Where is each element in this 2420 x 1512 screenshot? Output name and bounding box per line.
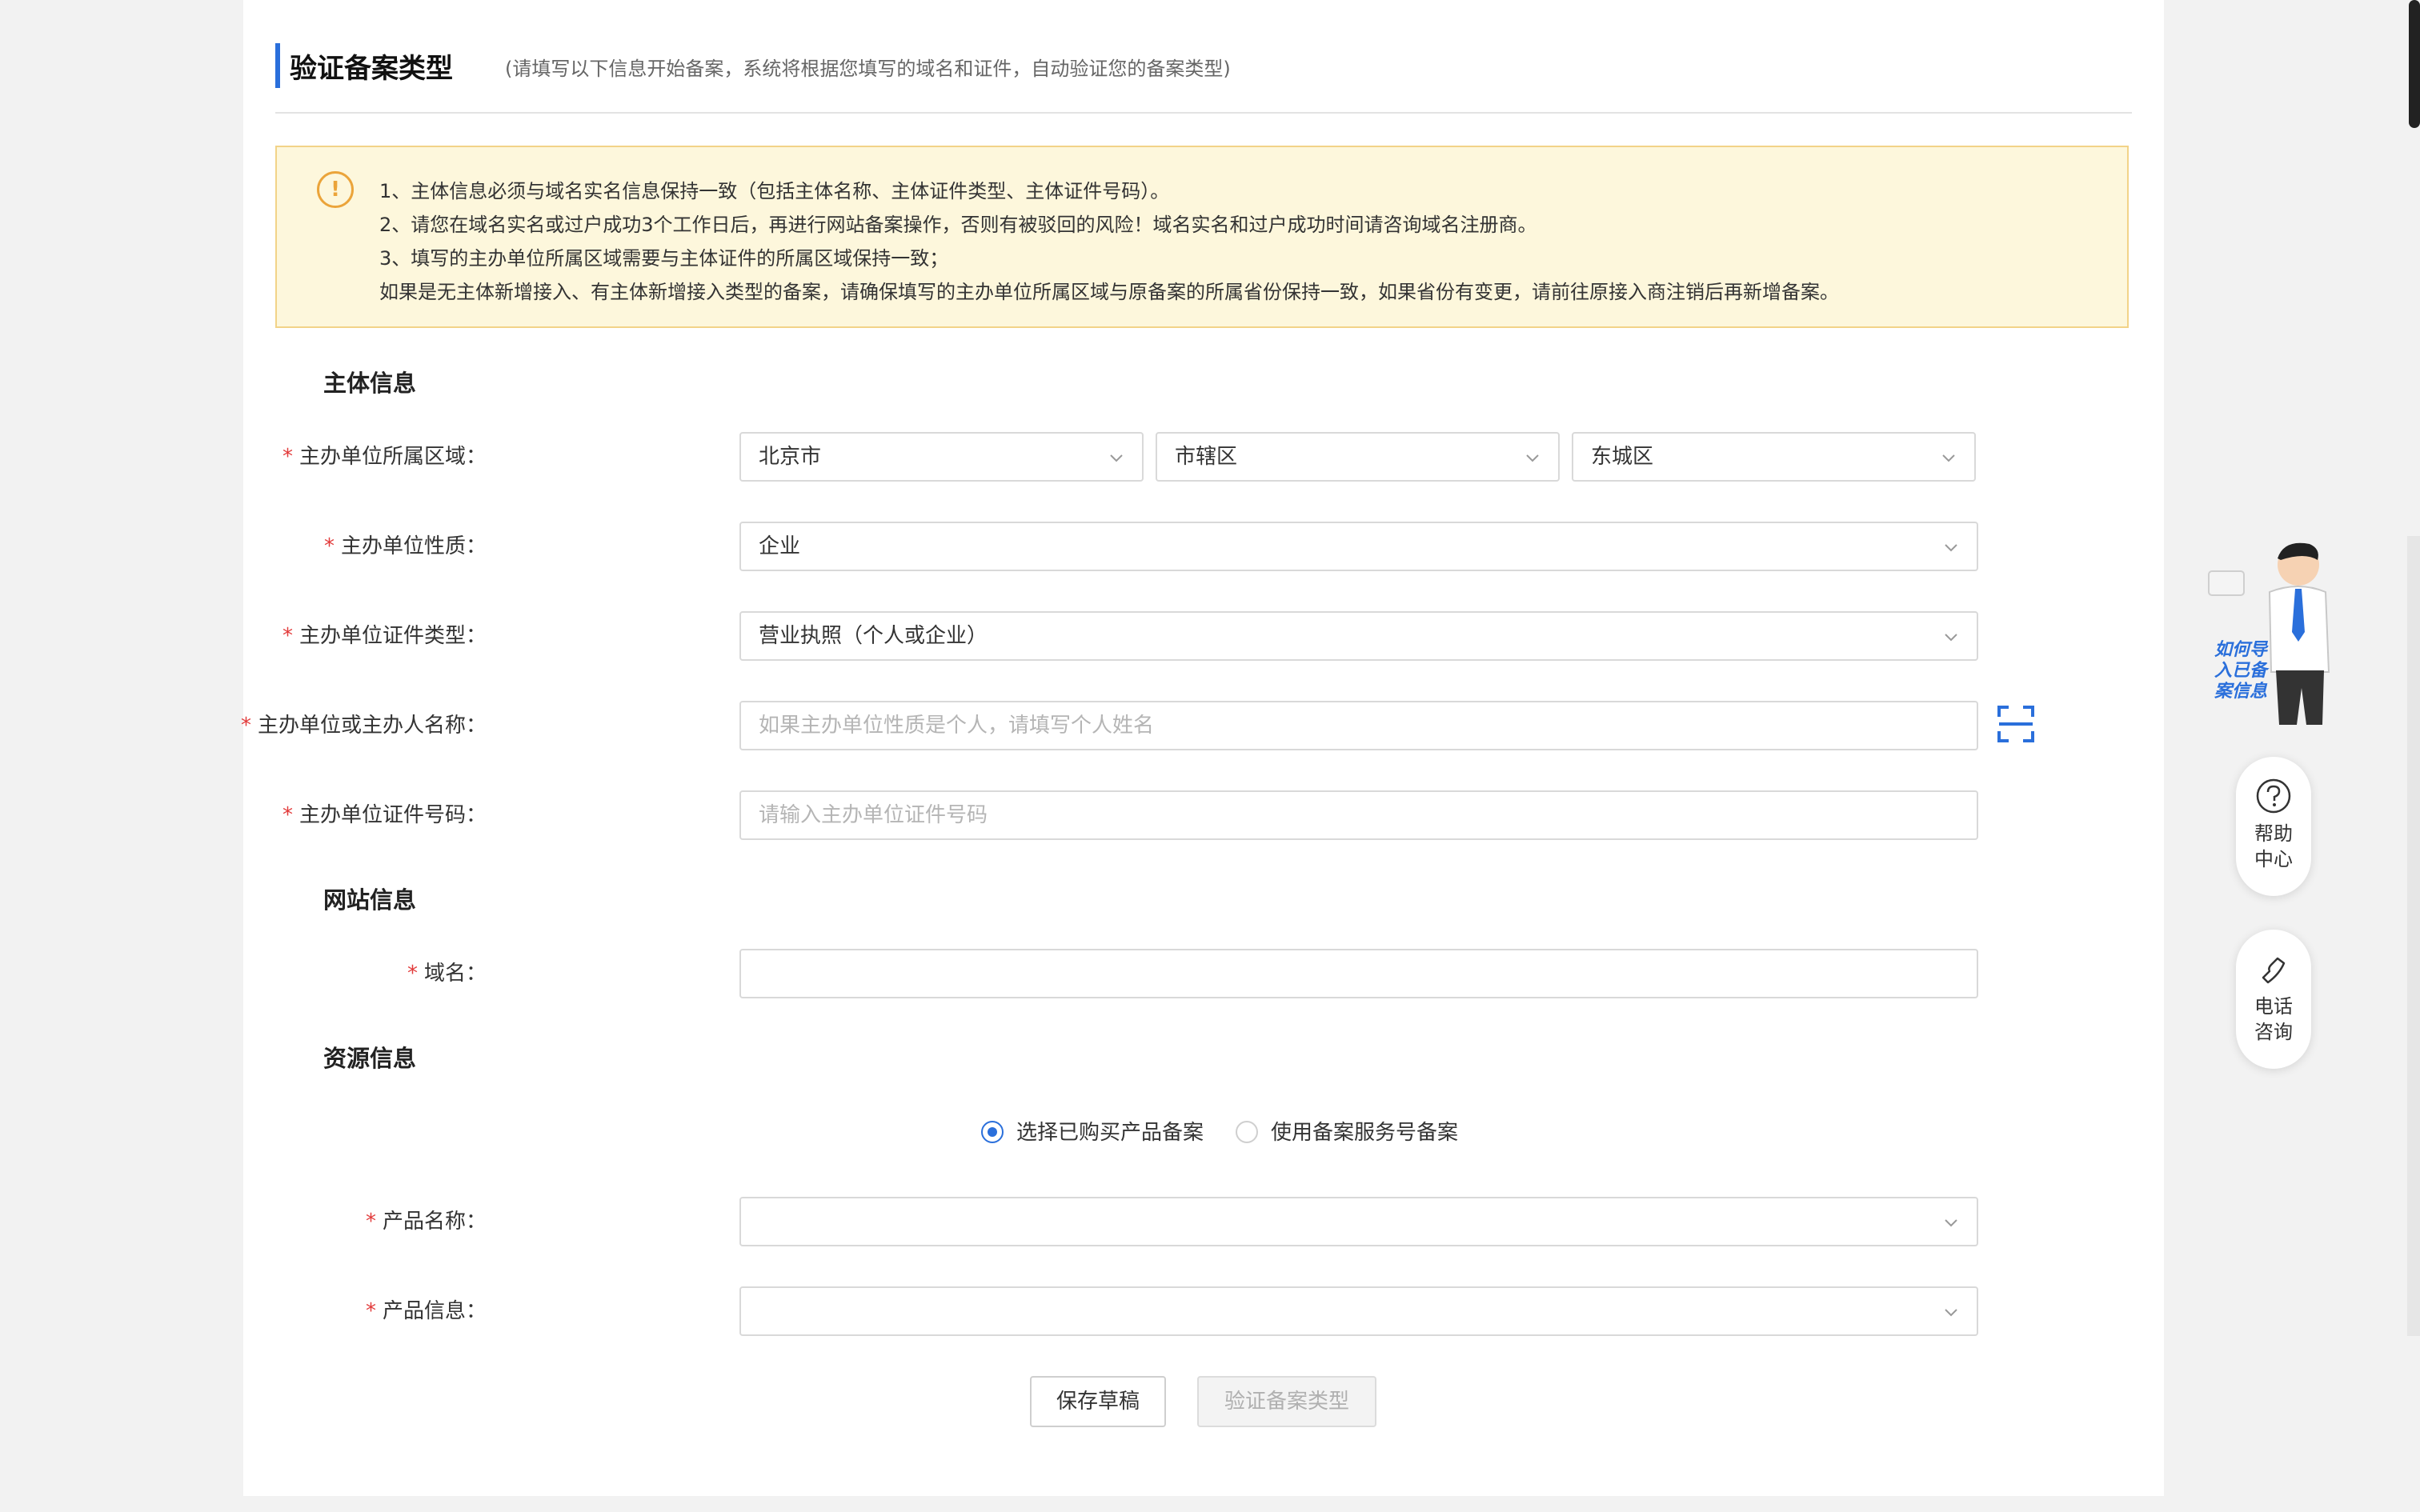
city-value: 市辖区 xyxy=(1175,445,1238,469)
required-mark: * xyxy=(407,962,418,986)
chevron-down-icon xyxy=(1945,1309,1957,1317)
phone-icon xyxy=(2262,957,2286,984)
chevron-down-icon xyxy=(1945,634,1957,642)
required-mark: * xyxy=(282,803,293,827)
notice-line-1: 1、主体信息必须与域名实名信息保持一致（包括主体名称、主体证件类型、主体证件号码… xyxy=(379,180,1170,202)
radio-selected-indicator xyxy=(981,1120,1004,1143)
domain-label: * 域名： xyxy=(407,949,487,998)
required-mark: * xyxy=(282,445,293,469)
chevron-down-icon xyxy=(1526,454,1539,462)
question-icon xyxy=(2256,778,2291,814)
cert-no-label-text: 主办单位证件号码： xyxy=(298,803,487,827)
radio-unselected-indicator xyxy=(1236,1120,1258,1143)
product-info-select[interactable] xyxy=(739,1286,1978,1336)
page-subtitle: (请填写以下信息开始备案，系统将根据您填写的域名和证件，自动验证您的备案类型) xyxy=(505,58,1231,80)
warning-icon: ! xyxy=(317,171,354,208)
notice-lines: 1、主体信息必须与域名实名信息保持一致（包括主体名称、主体证件类型、主体证件号码… xyxy=(379,174,1839,309)
cert-no-input-wrapper xyxy=(739,790,1978,840)
city-select[interactable]: 市辖区 xyxy=(1156,432,1560,482)
cert-no-input[interactable] xyxy=(741,792,1977,838)
domain-input[interactable] xyxy=(741,950,1977,997)
help-center-label: 帮助中心 xyxy=(2254,822,2293,870)
province-value: 北京市 xyxy=(759,445,822,469)
page-header: 验证备案类型 (请填写以下信息开始备案，系统将根据您填写的域名和证件，自动验证您… xyxy=(275,43,2132,114)
required-mark: * xyxy=(365,1210,376,1234)
chevron-down-icon xyxy=(1110,454,1123,462)
scan-icon[interactable] xyxy=(1997,706,2034,742)
nature-label: * 主办单位性质： xyxy=(324,522,487,571)
verify-type-button[interactable]: 验证备案类型 xyxy=(1197,1376,1376,1427)
domain-input-wrapper xyxy=(739,949,1978,998)
help-center-button[interactable]: 帮助中心 xyxy=(2236,757,2311,896)
phone-consult-label: 电话咨询 xyxy=(2254,995,2293,1043)
name-input-wrapper xyxy=(739,701,1978,750)
page-title: 验证备案类型 xyxy=(290,53,453,85)
notice-line-4: 如果是无主体新增接入、有主体新增接入类型的备案，请确保填写的主办单位所属区域与原… xyxy=(379,281,1839,303)
required-mark: * xyxy=(365,1299,376,1323)
name-input[interactable] xyxy=(741,702,1977,749)
section-title-website: 网站信息 xyxy=(323,886,417,914)
radio-purchased-label: 选择已购买产品备案 xyxy=(1016,1121,1204,1145)
name-label-text: 主办单位或主办人名称： xyxy=(257,714,487,738)
required-mark: * xyxy=(282,624,293,648)
save-draft-button[interactable]: 保存草稿 xyxy=(1030,1376,1166,1427)
chevron-down-icon xyxy=(1945,544,1957,552)
form-card: 验证备案类型 (请填写以下信息开始备案，系统将根据您填写的域名和证件，自动验证您… xyxy=(241,0,2164,1496)
cert-type-label: * 主办单位证件类型： xyxy=(282,611,487,661)
product-name-label: * 产品名称： xyxy=(366,1197,487,1246)
cert-type-select[interactable]: 营业执照（个人或企业） xyxy=(739,611,1978,661)
cert-type-value: 营业执照（个人或企业） xyxy=(759,624,988,648)
title-accent-bar xyxy=(275,43,280,88)
nature-label-text: 主办单位性质： xyxy=(340,534,487,558)
required-mark: * xyxy=(240,714,251,738)
required-mark: * xyxy=(323,534,335,558)
chevron-down-icon xyxy=(1945,1219,1957,1227)
radio-service-number[interactable]: 使用备案服务号备案 xyxy=(1236,1117,1458,1149)
region-label: * 主办单位所属区域： xyxy=(282,432,487,482)
district-value: 东城区 xyxy=(1591,445,1654,469)
product-info-label: * 产品信息： xyxy=(366,1286,487,1336)
section-title-resource: 资源信息 xyxy=(323,1045,417,1072)
radio-purchased-product[interactable]: 选择已购买产品备案 xyxy=(981,1117,1204,1149)
product-name-label-text: 产品名称： xyxy=(382,1210,487,1234)
name-label: * 主办单位或主办人名称： xyxy=(241,701,487,750)
right-rail-strip xyxy=(2407,536,2420,1336)
phone-consult-button[interactable]: 电话咨询 xyxy=(2236,930,2311,1069)
region-label-text: 主办单位所属区域： xyxy=(298,445,487,469)
notice-box: ! 1、主体信息必须与域名实名信息保持一致（包括主体名称、主体证件类型、主体证件… xyxy=(275,146,2129,328)
nature-value: 企业 xyxy=(759,534,801,558)
domain-label-text: 域名： xyxy=(423,962,487,986)
section-title-subject: 主体信息 xyxy=(323,370,417,397)
district-select[interactable]: 东城区 xyxy=(1572,432,1976,482)
notice-line-3: 3、填写的主办单位所属区域需要与主体证件的所属区域保持一致； xyxy=(379,247,949,270)
cert-no-label: * 主办单位证件号码： xyxy=(282,790,487,840)
product-name-select[interactable] xyxy=(739,1197,1978,1246)
cert-type-label-text: 主办单位证件类型： xyxy=(298,624,487,648)
product-info-label-text: 产品信息： xyxy=(382,1299,487,1323)
import-record-link[interactable]: 如何导入已备案信息 xyxy=(2207,640,2274,702)
province-select[interactable]: 北京市 xyxy=(739,432,1144,482)
notice-line-2: 2、请您在域名实名或过户成功3个工作日后，再进行网站备案操作，否则有被驳回的风险… xyxy=(379,214,1537,236)
scrollbar-thumb[interactable] xyxy=(2409,0,2420,128)
radio-service-label: 使用备案服务号备案 xyxy=(1271,1121,1459,1145)
chevron-down-icon xyxy=(1942,454,1955,462)
nature-select[interactable]: 企业 xyxy=(739,522,1978,571)
